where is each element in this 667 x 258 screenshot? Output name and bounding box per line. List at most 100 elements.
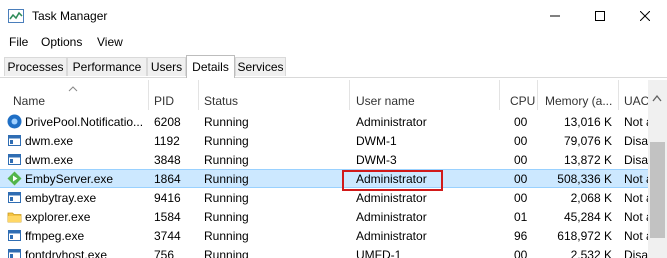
process-row[interactable]: dwm.exe 1192 Running DWM-1 00 79,076 K D… — [0, 131, 648, 150]
process-name: dwm.exe — [25, 134, 74, 148]
process-user: DWM-1 — [356, 134, 397, 148]
process-memory: 45,284 K — [563, 210, 612, 224]
column-divider[interactable] — [618, 80, 619, 110]
column-header-memory[interactable]: Memory (a... — [545, 94, 612, 108]
scrollbar-thumb[interactable] — [650, 142, 665, 238]
process-uac: Not a — [624, 115, 648, 129]
process-status: Running — [204, 153, 249, 167]
tab-users[interactable]: Users — [147, 57, 186, 76]
process-memory: 79,076 K — [563, 134, 612, 148]
column-header-uac[interactable]: UAC — [624, 94, 649, 108]
process-cpu: 96 — [514, 229, 528, 243]
process-memory: 2,532 K — [570, 248, 612, 258]
column-header-status[interactable]: Status — [204, 94, 238, 108]
process-name: dwm.exe — [25, 153, 74, 167]
column-divider[interactable] — [537, 80, 538, 110]
process-status: Running — [204, 115, 249, 129]
tab-details[interactable]: Details — [186, 55, 235, 78]
process-memory: 618,972 K — [557, 229, 612, 243]
task-manager-icon — [8, 9, 24, 23]
user-name-highlight-box — [342, 170, 443, 191]
process-status: Running — [204, 134, 249, 148]
column-header-pid[interactable]: PID — [154, 94, 174, 108]
process-cpu: 00 — [514, 191, 528, 205]
process-uac: Not a — [624, 229, 648, 243]
process-pid: 756 — [154, 248, 175, 258]
process-name: ffmpeg.exe — [25, 229, 85, 243]
process-cpu: 00 — [514, 248, 528, 258]
process-row[interactable]: embytray.exe 9416 Running Administrator … — [0, 188, 648, 207]
column-header-user-name[interactable]: User name — [356, 94, 415, 108]
menu-bar: File Options View — [0, 32, 667, 52]
app-window-icon — [8, 249, 21, 258]
app-window-icon — [8, 192, 21, 203]
column-divider[interactable] — [148, 80, 149, 110]
tab-performance[interactable]: Performance — [67, 57, 147, 76]
column-divider[interactable] — [499, 80, 500, 110]
process-user: UMFD-1 — [356, 248, 402, 258]
process-pid: 1864 — [154, 172, 181, 186]
column-header-name[interactable]: Name — [13, 94, 45, 108]
process-user: DWM-3 — [356, 153, 397, 167]
maximize-icon — [594, 11, 605, 21]
process-list: DrivePool.Notificatio... 6208 Running Ad… — [0, 112, 648, 258]
process-user: Administrator — [356, 229, 427, 243]
process-name: embytray.exe — [25, 191, 97, 205]
process-user: Administrator — [356, 191, 427, 205]
minimize-button[interactable] — [532, 0, 577, 32]
process-memory: 13,872 K — [563, 153, 612, 167]
process-memory: 13,016 K — [563, 115, 612, 129]
process-name: EmbyServer.exe — [25, 172, 114, 186]
folder-icon — [7, 212, 22, 223]
tab-services[interactable]: Services — [235, 57, 286, 76]
scroll-up-arrow-icon[interactable] — [652, 94, 662, 102]
process-uac: Not a — [624, 191, 648, 205]
sort-ascending-icon — [68, 86, 78, 92]
maximize-button[interactable] — [577, 0, 622, 32]
process-row[interactable]: explorer.exe 1584 Running Administrator … — [0, 207, 648, 226]
process-pid: 1192 — [154, 134, 180, 148]
column-divider[interactable] — [349, 80, 350, 110]
process-memory: 508,336 K — [557, 172, 612, 186]
app-window-icon — [8, 135, 21, 146]
process-row[interactable]: DrivePool.Notificatio... 6208 Running Ad… — [0, 112, 648, 131]
menu-options[interactable]: Options — [41, 35, 82, 49]
tab-processes[interactable]: Processes — [4, 57, 67, 76]
column-header-row: Name PID Status User name CPU Memory (a.… — [0, 80, 649, 110]
process-uac: Disab — [624, 134, 648, 148]
process-cpu: 00 — [514, 153, 528, 167]
process-row-selected[interactable]: EmbyServer.exe 1864 Running Administrato… — [0, 169, 648, 188]
process-status: Running — [204, 210, 249, 224]
process-memory: 2,068 K — [570, 191, 612, 205]
process-row[interactable]: dwm.exe 3848 Running DWM-3 00 13,872 K D… — [0, 150, 648, 169]
process-pid: 6208 — [154, 115, 181, 129]
process-cpu: 00 — [514, 172, 528, 186]
title-bar: Task Manager — [0, 0, 667, 32]
process-pid: 3744 — [154, 229, 181, 243]
minimize-icon — [549, 15, 560, 17]
process-uac: Not a — [624, 172, 648, 186]
vertical-scrollbar[interactable] — [648, 80, 667, 258]
process-pid: 1584 — [154, 210, 181, 224]
column-header-cpu[interactable]: CPU — [510, 94, 535, 108]
process-user: Administrator — [356, 210, 427, 224]
process-uac: Not a — [624, 210, 648, 224]
drivepool-icon — [7, 114, 22, 129]
process-cpu: 00 — [514, 115, 528, 129]
process-uac: Disab — [624, 248, 648, 258]
close-icon — [639, 11, 650, 21]
app-window-icon — [8, 154, 21, 165]
process-pid: 9416 — [154, 191, 181, 205]
process-row[interactable]: ffmpeg.exe 3744 Running Administrator 96… — [0, 226, 648, 245]
emby-icon — [7, 171, 22, 186]
close-button[interactable] — [622, 0, 667, 32]
tab-strip: Processes Performance Users Details Serv… — [0, 55, 667, 78]
window-title: Task Manager — [32, 9, 108, 23]
menu-view[interactable]: View — [97, 35, 123, 49]
process-status: Running — [204, 172, 249, 186]
process-name: explorer.exe — [25, 210, 91, 224]
menu-file[interactable]: File — [9, 35, 28, 49]
process-row[interactable]: fontdrvhost.exe 756 Running UMFD-1 00 2,… — [0, 245, 648, 258]
column-divider[interactable] — [198, 80, 199, 110]
process-cpu: 00 — [514, 134, 528, 148]
